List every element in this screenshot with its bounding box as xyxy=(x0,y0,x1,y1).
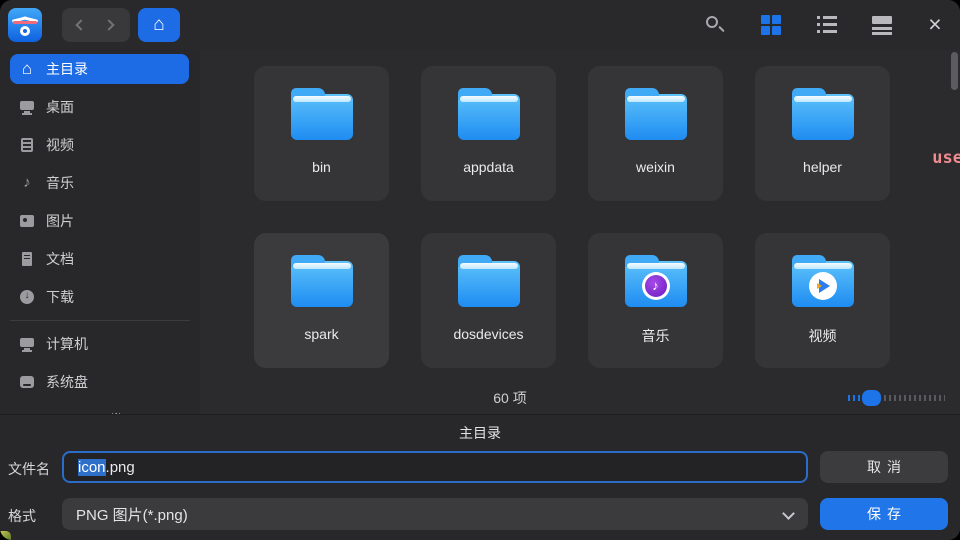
folder-icon xyxy=(291,261,353,307)
desktop-icon xyxy=(19,99,35,115)
video-folder-icon xyxy=(792,261,854,307)
folder-tile-videos[interactable]: 视频 xyxy=(755,233,890,368)
film-icon xyxy=(19,137,35,153)
sidebar-item-music[interactable]: ♪ 音乐 xyxy=(0,164,200,202)
chevron-down-icon xyxy=(782,507,795,520)
folder-icon xyxy=(458,261,520,307)
computer-icon xyxy=(19,336,35,352)
sidebar-item-videos[interactable]: 视频 xyxy=(0,126,200,164)
folder-icon xyxy=(792,94,854,140)
home-button[interactable]: ⌂ xyxy=(138,8,180,42)
folder-tile-music[interactable]: 音乐 xyxy=(588,233,723,368)
list-view-icon[interactable] xyxy=(817,15,837,35)
format-value: PNG 图片(*.png) xyxy=(76,504,188,525)
sidebar-item-volume[interactable]: 157.9 GB 卷 xyxy=(0,401,200,414)
watermark-text: use xyxy=(932,148,960,168)
format-label: 格式 xyxy=(8,506,36,526)
sidebar-item-documents[interactable]: 文档 xyxy=(0,240,200,278)
folder-tile-weixin[interactable]: weixin xyxy=(588,66,723,201)
nav-button-group xyxy=(62,8,130,42)
cancel-button[interactable]: 取消 xyxy=(820,451,948,483)
download-icon xyxy=(19,289,35,305)
home-icon: ⌂ xyxy=(19,61,35,77)
sidebar-item-desktop[interactable]: 桌面 xyxy=(0,88,200,126)
disk-icon xyxy=(19,374,35,390)
sidebar-item-system-disk[interactable]: 系统盘 xyxy=(0,363,200,401)
folder-icon xyxy=(458,94,520,140)
picture-icon xyxy=(19,213,35,229)
item-count: 60 项 xyxy=(200,388,820,408)
folder-tile-dosdevices[interactable]: dosdevices xyxy=(421,233,556,368)
folder-tile-spark[interactable]: spark xyxy=(254,233,389,368)
desktop-corner-artifact xyxy=(0,531,11,540)
folder-tile-helper[interactable]: helper xyxy=(755,66,890,201)
file-save-dialog-window: ⌂ × ⌂ 主目录 桌面 视频 ♪ xyxy=(0,0,960,540)
music-note-icon: ♪ xyxy=(19,175,35,191)
save-panel: 主目录 文件名 icon.png 取消 格式 PNG 图片(*.png) 保存 xyxy=(0,414,960,540)
current-location-title: 主目录 xyxy=(0,423,960,443)
sidebar-item-computer[interactable]: 计算机 xyxy=(0,325,200,363)
close-icon[interactable]: × xyxy=(920,10,950,40)
document-icon xyxy=(19,251,35,267)
back-button[interactable] xyxy=(75,19,86,30)
slider-handle[interactable] xyxy=(862,390,881,406)
volume-disk-icon xyxy=(19,412,35,414)
filename-input[interactable]: icon.png xyxy=(62,451,808,483)
title-bar: ⌂ × xyxy=(0,0,960,50)
folder-icon xyxy=(291,94,353,140)
music-badge-icon xyxy=(642,272,670,300)
video-badge-icon xyxy=(809,272,837,300)
format-select[interactable]: PNG 图片(*.png) xyxy=(62,498,808,530)
sidebar: ⌂ 主目录 桌面 视频 ♪ 音乐 图片 文档 下载 计算机 xyxy=(0,50,200,414)
sidebar-item-home[interactable]: ⌂ 主目录 xyxy=(0,50,200,88)
file-manager-app-icon xyxy=(8,8,42,42)
folder-icon xyxy=(625,94,687,140)
save-button[interactable]: 保存 xyxy=(820,498,948,530)
filename-label: 文件名 xyxy=(8,459,50,479)
folder-grid: bin appdata weixin helper spark dosdevic… xyxy=(200,50,960,414)
detail-view-icon[interactable] xyxy=(872,15,892,35)
scrollbar-thumb[interactable] xyxy=(951,52,958,90)
sidebar-item-pictures[interactable]: 图片 xyxy=(0,202,200,240)
filename-selected-text: icon xyxy=(78,459,106,476)
sidebar-divider xyxy=(10,320,190,321)
search-icon[interactable] xyxy=(705,15,725,35)
folder-tile-appdata[interactable]: appdata xyxy=(421,66,556,201)
grid-view-icon[interactable] xyxy=(761,15,781,35)
forward-button[interactable] xyxy=(103,19,114,30)
icon-size-slider[interactable] xyxy=(848,390,945,406)
filename-extension: .png xyxy=(106,459,135,476)
folder-tile-bin[interactable]: bin xyxy=(254,66,389,201)
music-folder-icon xyxy=(625,261,687,307)
sidebar-item-downloads[interactable]: 下载 xyxy=(0,278,200,316)
slider-ticks-inactive xyxy=(884,395,945,401)
